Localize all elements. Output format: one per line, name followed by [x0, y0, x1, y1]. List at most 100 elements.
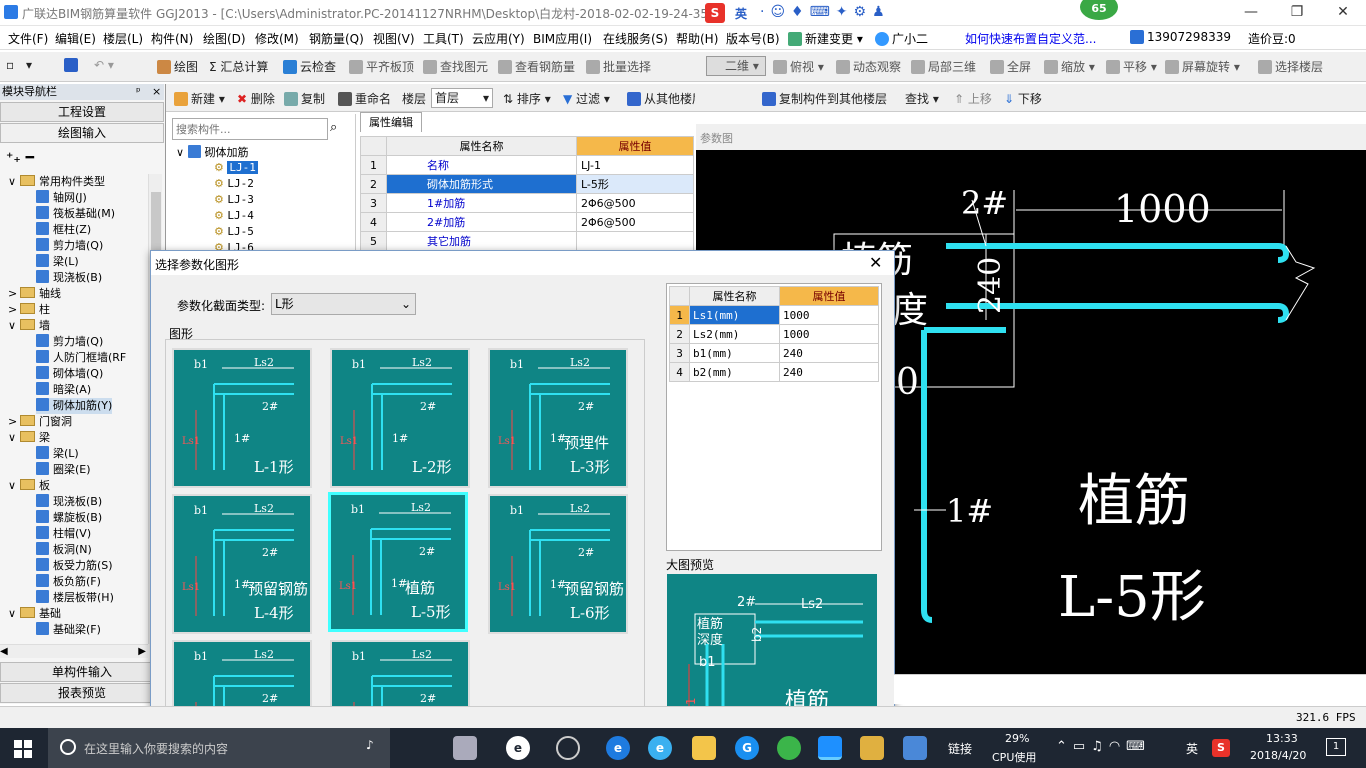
sort-button[interactable]: ⇅ 排序 ▾ [503, 90, 551, 107]
tool-pan[interactable]: 平移 ▾ [1106, 58, 1157, 75]
close-window-button[interactable]: ✕ [1320, 0, 1366, 26]
tool-local-3d[interactable]: 局部三维 [911, 58, 976, 75]
nav-tree-folder[interactable]: > 柱 [8, 302, 50, 318]
shape-thumbnail[interactable]: b1 Ls2 2# 1# Ls1 植筋 L-5形 [328, 492, 468, 632]
nav-tree-item[interactable]: 人防门框墙(RF [36, 350, 126, 366]
nav-tree-item[interactable]: 轴网(J) [36, 190, 87, 206]
menu-view[interactable]: 视图(V) [373, 30, 415, 47]
component-root[interactable]: ∨ 砌体加筋 [176, 144, 249, 160]
notification-badge[interactable]: 65 [1080, 0, 1118, 20]
param-cell-value[interactable]: 1000 [779, 305, 879, 325]
tool-fullscreen[interactable]: 全屏 [990, 58, 1031, 75]
nav-tree-item[interactable]: 基础梁(F) [36, 622, 101, 638]
shape-thumbnail[interactable]: b1 Ls2 2# 1# Ls1 L-1形 [172, 348, 312, 488]
edge-icon[interactable]: e [606, 736, 630, 760]
new-component-button[interactable]: 新建 ▾ [174, 90, 225, 107]
nav-close-icon[interactable]: × [152, 84, 161, 100]
nav-tree-item[interactable]: 圈梁(E) [36, 462, 91, 478]
tool-rebar-qty[interactable]: 查看钢筋量 [498, 58, 575, 75]
new-file-icon[interactable]: ▫ [6, 58, 14, 72]
clock-date[interactable]: 2018/4/20 [1250, 749, 1306, 762]
menu-new-change[interactable]: 新建变更 ▾ [788, 30, 863, 47]
menu-online[interactable]: 在线服务(S) [603, 30, 668, 47]
tab-property-edit[interactable]: 属性编辑 [360, 112, 422, 132]
expand-collapse-icons[interactable]: ⁺₊ ━ [6, 150, 34, 166]
tool-top-view[interactable]: 俯视 ▾ [773, 58, 824, 75]
sogou-ime-icon[interactable]: S [705, 3, 725, 23]
clock-time[interactable]: 13:33 [1266, 732, 1298, 745]
expand-toggle-icon[interactable]: > [8, 286, 20, 302]
tool-batch-select[interactable]: 批量选择 [586, 58, 651, 75]
minimize-button[interactable]: — [1228, 0, 1274, 26]
param-cell-value[interactable]: 240 [779, 343, 879, 363]
component-search-input[interactable] [172, 118, 328, 140]
nav-tree-item[interactable]: 板负筋(F) [36, 574, 101, 590]
shape-thumbnail[interactable]: b1 Ls2 2# 1# Ls1 L-2形 [330, 348, 470, 488]
component-item[interactable]: ⚙ LJ-2 [214, 176, 254, 192]
shape-thumbnail[interactable]: b1 Ls2 2# 1# Ls1 预埋件 L-3形 [488, 348, 628, 488]
property-row[interactable]: 3 1#加筋 2Φ6@500 [360, 193, 694, 213]
tray-icons[interactable]: ⌃▭♫◠⌨ [1056, 739, 1151, 754]
property-cell-value[interactable]: LJ-1 [576, 155, 694, 175]
windows-start-icon[interactable] [14, 740, 32, 758]
param-row[interactable]: 2 Ls2(mm) 1000 [669, 324, 879, 344]
param-row[interactable]: 1 Ls1(mm) 1000 [669, 305, 879, 325]
menu-edit[interactable]: 编辑(E) [55, 30, 96, 47]
ie-blue-icon[interactable]: e [648, 736, 672, 760]
menu-cost-beans[interactable]: 造价豆:0 [1248, 30, 1296, 47]
menu-modify[interactable]: 修改(M) [255, 30, 299, 47]
nav-tree-item[interactable]: 剪力墙(Q) [36, 238, 103, 254]
file-explorer-icon[interactable] [692, 736, 716, 760]
nav-tree-folder[interactable]: ∨ 基础 [8, 606, 61, 622]
shape-thumbnail[interactable]: b1 Ls2 2# 1# Ls1 预留钢筋 L-6形 [488, 494, 628, 634]
filter-button[interactable]: ▼ 过滤 ▾ [563, 90, 610, 107]
nav-tree-item[interactable]: 框柱(Z) [36, 222, 91, 238]
menu-floor[interactable]: 楼层(L) [103, 30, 143, 47]
nav-tree-item[interactable]: 砌体加筋(Y) [36, 398, 113, 414]
menu-rebar-qty[interactable]: 钢筋量(Q) [309, 30, 364, 47]
expand-toggle-icon[interactable]: ∨ [8, 606, 20, 622]
property-row[interactable]: 4 2#加筋 2Φ6@500 [360, 212, 694, 232]
browser-360-icon[interactable] [777, 736, 801, 760]
drawing-input-button[interactable]: 绘图输入 [0, 123, 164, 143]
menu-phone[interactable]: 13907298339 [1130, 30, 1231, 44]
glodon-g-icon[interactable]: G [735, 736, 759, 760]
copy-from-floor-button[interactable]: 从其他楼层复制构件 [627, 90, 695, 107]
nav-tree-item[interactable]: 板受力筋(S) [36, 558, 113, 574]
menu-cloud[interactable]: 云应用(Y) [472, 30, 525, 47]
expand-toggle-icon[interactable]: ∨ [8, 174, 20, 190]
expand-toggle-icon[interactable]: > [8, 302, 20, 318]
expand-toggle-icon[interactable]: > [8, 414, 20, 430]
floor-select[interactable]: 首层 ▾ [431, 88, 493, 108]
expand-toggle-icon[interactable]: ∨ [8, 478, 20, 494]
nav-tree-folder[interactable]: ∨ 墙 [8, 318, 50, 334]
links-toolbar[interactable]: 链接 [948, 740, 972, 757]
nav-tree-item[interactable]: 楼层板带(H) [36, 590, 114, 606]
nav-tree-item[interactable]: 梁(L) [36, 446, 79, 462]
menu-tools[interactable]: 工具(T) [423, 30, 464, 47]
tool-calc[interactable]: Σ 汇总计算 [209, 58, 268, 75]
fan-app-icon[interactable] [453, 736, 477, 760]
nav-tree-item[interactable]: 梁(L) [36, 254, 79, 270]
ime-toolbar-icons[interactable]: ·☺♦⌨✦⚙♟ [760, 4, 891, 20]
copy-button[interactable]: 复制 [284, 90, 325, 107]
project-settings-button[interactable]: 工程设置 [0, 102, 164, 122]
active-app-icon[interactable] [818, 736, 842, 760]
nav-tree-item[interactable]: 螺旋板(B) [36, 510, 102, 526]
param-cell-value[interactable]: 240 [779, 362, 879, 382]
menu-version[interactable]: 版本号(B) [726, 30, 780, 47]
property-cell-value[interactable]: 2Φ6@500 [576, 212, 694, 232]
param-cell-value[interactable]: 1000 [779, 324, 879, 344]
section-type-select[interactable]: L形 ⌄ [271, 293, 416, 315]
dialog-close-button[interactable]: ✕ [869, 253, 882, 272]
component-item[interactable]: ⚙ LJ-6 [214, 240, 254, 250]
save-icon[interactable] [64, 58, 81, 72]
component-item[interactable]: ⚙ LJ-1 [214, 160, 258, 176]
copy-to-floor-button[interactable]: 复制构件到其他楼层 [762, 90, 887, 107]
property-cell-value[interactable]: L-5形 [576, 174, 694, 194]
property-cell-value[interactable] [576, 231, 694, 251]
tray-sogou-icon[interactable]: S [1212, 739, 1230, 757]
app-spiral-icon[interactable] [556, 736, 580, 760]
move-down-button[interactable]: ⇓ 下移 [1004, 90, 1042, 107]
expand-toggle-icon[interactable]: ∨ [8, 318, 20, 334]
